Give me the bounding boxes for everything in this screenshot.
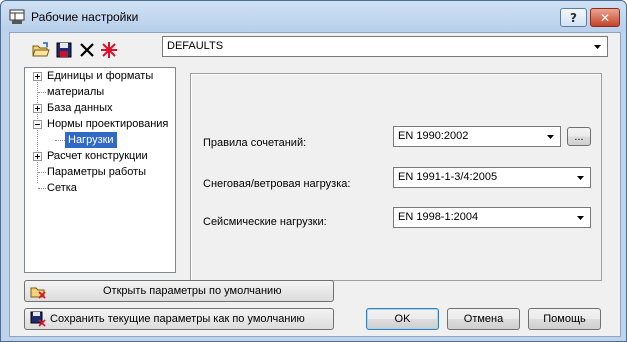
tree-item-database[interactable]: База данных xyxy=(47,100,113,116)
cancel-button[interactable]: Отмена xyxy=(447,308,520,330)
reset-star-icon[interactable] xyxy=(100,41,118,59)
combinations-value: EN 1990:2002 xyxy=(398,130,469,142)
tree-expand-analysis[interactable] xyxy=(33,152,42,161)
chevron-down-icon[interactable] xyxy=(576,173,585,182)
chevron-down-icon[interactable] xyxy=(546,132,555,141)
chevron-down-icon[interactable] xyxy=(593,42,602,51)
title-help-button[interactable]: ? xyxy=(560,8,587,27)
tree-expand-units[interactable] xyxy=(33,72,42,81)
snow-wind-combo[interactable]: EN 1991-1-3/4:2005 xyxy=(393,167,591,188)
combinations-combo[interactable]: EN 1990:2002 xyxy=(393,126,561,147)
save-disk-icon[interactable] xyxy=(55,41,73,59)
combinations-label: Правила сочетаний: xyxy=(203,137,307,149)
dialog-client-area: DEFAULTS Единицы и форматы материалы Баз… xyxy=(9,32,621,337)
snow-wind-value: EN 1991-1-3/4:2005 xyxy=(398,171,498,183)
combinations-browse-button[interactable]: ... xyxy=(567,127,591,146)
tree-item-mesh[interactable]: Сетка xyxy=(47,180,77,196)
settings-window: Рабочие настройки ? ✕ DEFAULTS Единицы и… xyxy=(0,0,627,342)
snow-wind-label: Снеговая/ветровая нагрузка: xyxy=(203,178,351,190)
open-defaults-icon xyxy=(30,287,46,299)
tree-guide-line xyxy=(38,172,46,174)
title-bar[interactable]: Рабочие настройки ? ✕ xyxy=(1,1,626,31)
settings-app-icon xyxy=(9,9,25,24)
seismic-label: Сейсмические нагрузки: xyxy=(203,216,327,228)
save-defaults-label: Сохранить текущие параметры как по умолч… xyxy=(50,313,305,325)
preset-value: DEFAULTS xyxy=(167,40,224,52)
save-defaults-button[interactable]: Сохранить текущие параметры как по умолч… xyxy=(24,308,334,330)
seismic-combo[interactable]: EN 1998-1:2004 xyxy=(393,207,591,228)
save-defaults-icon xyxy=(30,311,46,327)
tree-collapse-codes[interactable] xyxy=(33,120,42,129)
open-folder-icon[interactable] xyxy=(32,41,50,59)
tree-item-loads[interactable]: Нагрузки xyxy=(65,132,117,148)
help-button[interactable]: Помощь xyxy=(528,308,601,330)
delete-x-icon[interactable] xyxy=(78,41,96,59)
tree-item-design-codes[interactable]: Нормы проектирования xyxy=(47,116,168,132)
tree-item-structure-analysis[interactable]: Расчет конструкции xyxy=(47,148,148,164)
preset-combo[interactable]: DEFAULTS xyxy=(162,36,608,57)
tree-item-materials[interactable]: материалы xyxy=(47,84,104,100)
settings-tree[interactable]: Единицы и форматы материалы База данных … xyxy=(24,67,176,273)
chevron-down-icon[interactable] xyxy=(576,213,585,222)
tree-guide-line xyxy=(55,140,65,142)
window-title: Рабочие настройки xyxy=(31,10,139,24)
loads-panel: Правила сочетаний: EN 1990:2002 ... Снег… xyxy=(190,73,602,281)
tree-expand-database[interactable] xyxy=(33,104,42,113)
ok-button[interactable]: OK xyxy=(366,308,439,330)
open-defaults-label: Открыть параметры по умолчанию xyxy=(103,285,282,297)
tree-item-units[interactable]: Единицы и форматы xyxy=(47,68,153,84)
title-close-button[interactable]: ✕ xyxy=(590,8,620,27)
tree-guide-line xyxy=(38,188,46,190)
tree-item-job-parameters[interactable]: Параметры работы xyxy=(47,164,146,180)
open-defaults-button[interactable]: Открыть параметры по умолчанию xyxy=(24,280,334,302)
tree-guide-line xyxy=(38,92,46,94)
seismic-value: EN 1998-1:2004 xyxy=(398,211,479,223)
